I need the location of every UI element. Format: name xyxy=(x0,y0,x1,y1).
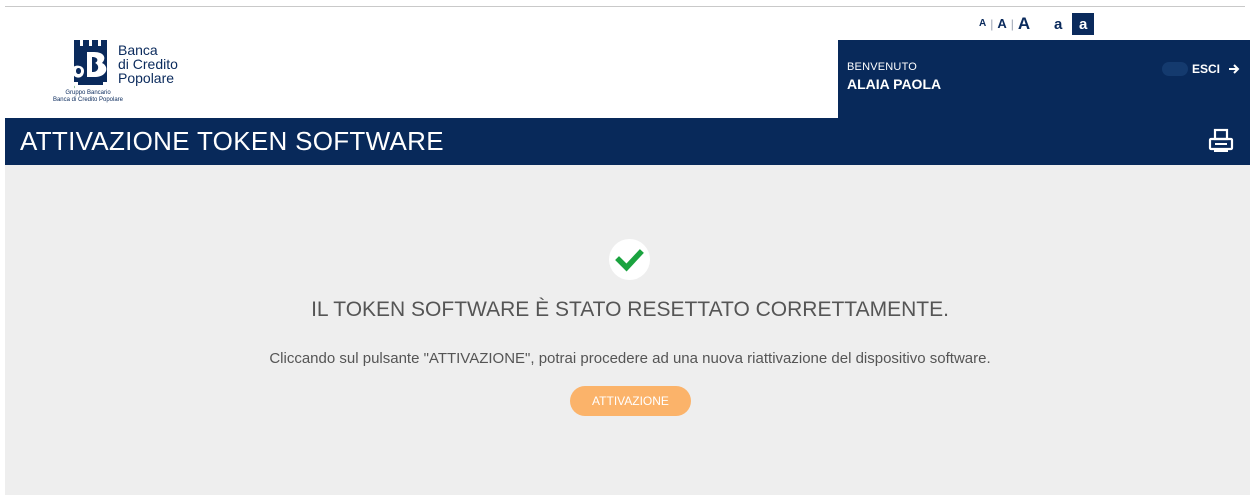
logo-line-1: Banca xyxy=(118,42,158,58)
group-line-1: Gruppo Bancario xyxy=(65,90,111,96)
font-size-controls: A | A | A a a xyxy=(979,13,1095,35)
logo-line-2: di Credito xyxy=(118,56,178,72)
logout-toggle xyxy=(1161,62,1188,76)
success-title: IL TOKEN SOFTWARE È STATO RESETTATO CORR… xyxy=(311,298,949,321)
page-title: ATTIVAZIONE TOKEN SOFTWARE xyxy=(20,126,444,156)
bank-group-label: Gruppo Bancario Banca di Credito Popolar… xyxy=(30,90,146,104)
user-name: ALAIA PAOLA xyxy=(847,76,942,92)
bank-logo-text: Banca di Credito Popolare xyxy=(118,43,178,85)
logout-button[interactable]: ESCI xyxy=(1161,61,1240,77)
logo-line-3: Popolare xyxy=(118,70,175,86)
bank-logo[interactable]: Banca di Credito Popolare Gruppo Bancari… xyxy=(30,39,200,111)
contrast-normal-button[interactable]: a xyxy=(1047,13,1069,35)
font-size-large-button[interactable]: A xyxy=(1018,13,1030,35)
info-text: Cliccando sul pulsante "ATTIVAZIONE", po… xyxy=(269,350,991,367)
group-line-2: Banca di Credito Popolare xyxy=(52,97,124,103)
font-size-separator: | xyxy=(990,17,994,31)
arrow-right-icon xyxy=(1229,64,1240,74)
user-panel: BENVENUTO ALAIA PAOLA ESCI xyxy=(838,40,1250,118)
logout-label: ESCI xyxy=(1191,62,1220,76)
font-size-small-button[interactable]: A xyxy=(979,13,986,35)
page-header: ATTIVAZIONE TOKEN SOFTWARE xyxy=(5,118,1250,165)
success-check-icon xyxy=(609,239,650,280)
top-divider xyxy=(5,6,1245,7)
welcome-label: BENVENUTO xyxy=(847,61,918,73)
font-size-separator: | xyxy=(1010,17,1014,31)
font-size-medium-button[interactable]: A xyxy=(997,13,1006,35)
contrast-high-button[interactable]: a xyxy=(1072,13,1095,35)
printer-icon[interactable] xyxy=(1208,128,1234,154)
activate-button[interactable]: ATTIVAZIONE xyxy=(570,386,691,416)
main-content: IL TOKEN SOFTWARE È STATO RESETTATO CORR… xyxy=(5,165,1250,495)
bank-logo-icon xyxy=(74,40,107,89)
